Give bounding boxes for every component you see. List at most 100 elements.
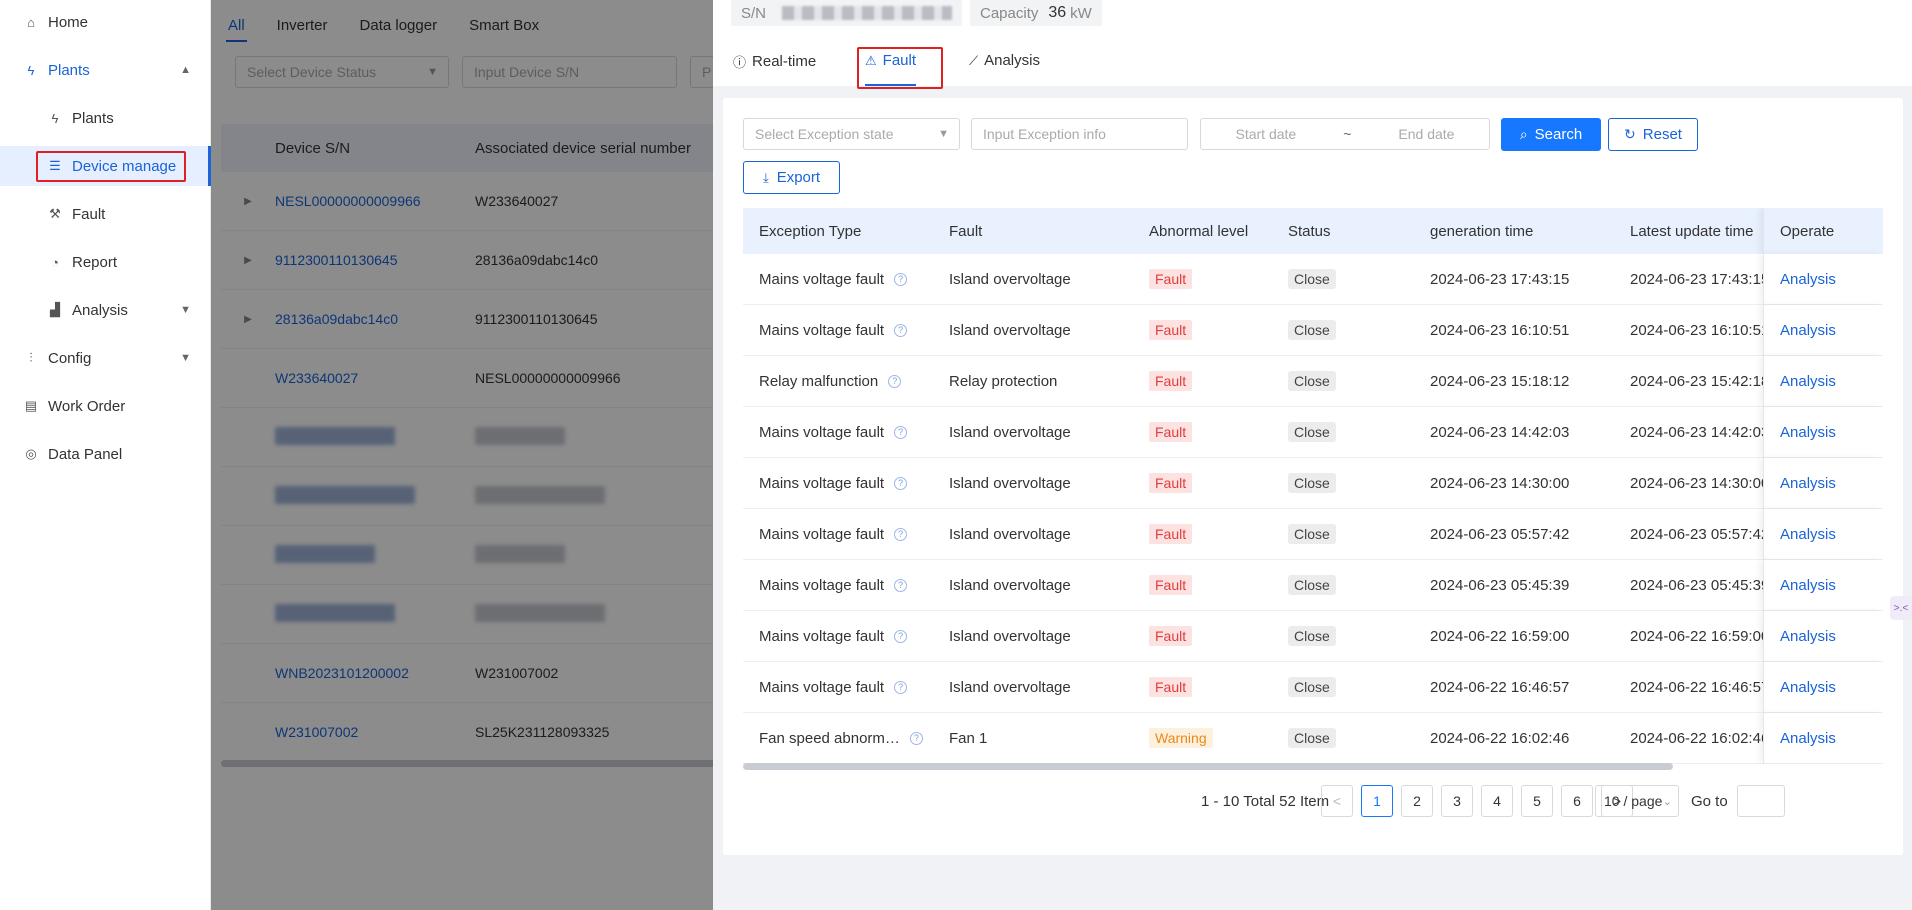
help-icon[interactable]: ? xyxy=(894,425,908,439)
sidebar-item-report[interactable]: ◔ Report xyxy=(0,242,211,282)
reset-button-label: Reset xyxy=(1642,126,1682,143)
status-badge: Close xyxy=(1288,677,1336,697)
exception-type: Fan speed abnorm… xyxy=(759,729,900,747)
analysis-link[interactable]: Analysis xyxy=(1780,526,1836,543)
page-button[interactable]: 3 xyxy=(1441,785,1473,817)
refresh-icon: ↻ xyxy=(1624,126,1636,142)
exception-info-placeholder: Input Exception info xyxy=(983,126,1106,142)
page-button[interactable]: 5 xyxy=(1521,785,1553,817)
capacity-label: Capacity xyxy=(980,4,1039,22)
date-range-picker[interactable]: Start date ~ End date xyxy=(1200,118,1490,150)
analysis-link[interactable]: Analysis xyxy=(1780,475,1836,492)
exception-type: Mains voltage fault xyxy=(759,678,885,696)
level-badge: Fault xyxy=(1149,371,1193,391)
status-badge: Close xyxy=(1288,269,1336,289)
tab-analysis[interactable]: ⟋ Analysis xyxy=(969,52,1040,69)
exception-info-input[interactable]: Input Exception info xyxy=(971,118,1188,150)
analysis-link[interactable]: Analysis xyxy=(1780,628,1836,645)
help-icon[interactable]: ? xyxy=(909,731,923,745)
analysis-link[interactable]: Analysis xyxy=(1780,271,1836,288)
analysis-link[interactable]: Analysis xyxy=(1780,322,1836,339)
page-size-select[interactable]: 10 / page ⌄ xyxy=(1595,785,1679,817)
analysis-link[interactable]: Analysis xyxy=(1780,424,1836,441)
lightning-icon: ϟ xyxy=(27,62,35,78)
status-cell: Close xyxy=(1284,371,1424,391)
latest-update-time-cell: 2024-06-23 05:45:39 xyxy=(1630,576,1764,594)
goto-page-input[interactable] xyxy=(1737,785,1785,817)
chevron-up-icon: ▲ xyxy=(180,64,191,76)
exception-type-cell: Mains voltage fault? xyxy=(743,271,943,288)
abnormal-level-cell: Fault xyxy=(1143,677,1284,697)
sidebar-item-fault[interactable]: ⚒ Fault xyxy=(0,194,211,234)
fault-table-scrollbar[interactable] xyxy=(743,763,1673,770)
help-icon[interactable]: ? xyxy=(894,476,908,490)
pagination-summary: 1 - 10 Total 52 Item xyxy=(1201,792,1330,810)
chart-icon: ▟ xyxy=(50,302,60,317)
sidebar-item-config[interactable]: ⫶ Config ▼ xyxy=(0,338,211,378)
sidebar-item-label: Data Panel xyxy=(48,445,123,463)
export-button[interactable]: ⤓ Export xyxy=(743,161,840,194)
exception-type: Relay malfunction xyxy=(759,372,879,390)
generation-time-cell: 2024-06-23 05:57:42 xyxy=(1430,525,1570,543)
sliders-icon: ⫶ xyxy=(29,350,33,365)
search-icon: ⌕ xyxy=(1519,126,1528,142)
level-badge: Fault xyxy=(1149,269,1193,289)
sidebar-item-home[interactable]: ⌂ Home xyxy=(0,2,211,42)
sidebar-item-analysis[interactable]: ▟ Analysis ▼ xyxy=(0,290,211,330)
sidebar-item-data-panel[interactable]: ◎ Data Panel xyxy=(0,434,211,474)
exception-type: Mains voltage fault xyxy=(759,270,885,288)
status-cell: Close xyxy=(1284,677,1424,697)
exception-state-select[interactable]: Select Exception state ▼ xyxy=(743,118,960,150)
help-icon[interactable]: ? xyxy=(894,323,908,337)
generation-time-cell: 2024-06-22 16:02:46 xyxy=(1430,729,1570,747)
page-button[interactable]: 4 xyxy=(1481,785,1513,817)
help-icon[interactable]: ? xyxy=(888,374,902,388)
generation-time-cell: 2024-06-23 16:10:51 xyxy=(1430,321,1570,339)
level-badge: Fault xyxy=(1149,524,1193,544)
reset-button[interactable]: ↻ Reset xyxy=(1608,118,1698,151)
sn-value-blurred xyxy=(782,6,953,20)
level-badge: Fault xyxy=(1149,626,1193,646)
sidebar-item-plants[interactable]: ϟ Plants xyxy=(0,98,211,138)
help-icon[interactable]: ? xyxy=(894,629,908,643)
operate-cell: Analysis xyxy=(1763,356,1883,406)
column-abnormal-level: Abnormal level xyxy=(1149,222,1249,240)
export-button-label: Export xyxy=(776,169,821,186)
page-size-value: 10 / page xyxy=(1604,793,1663,809)
help-icon[interactable]: ? xyxy=(894,578,908,592)
prev-page-button[interactable]: < xyxy=(1321,785,1353,817)
end-date-placeholder: End date xyxy=(1398,126,1455,142)
analysis-link[interactable]: Analysis xyxy=(1780,730,1836,747)
help-icon[interactable]: ? xyxy=(894,272,908,286)
help-icon[interactable]: ? xyxy=(894,680,908,694)
status-badge: Close xyxy=(1288,320,1336,340)
status-cell: Close xyxy=(1284,524,1424,544)
search-button[interactable]: ⌕ Search xyxy=(1501,118,1601,151)
fault-cell: Island overvoltage xyxy=(949,678,1071,696)
fault-cell: Island overvoltage xyxy=(949,576,1071,594)
side-collapse-tab[interactable]: >.< xyxy=(1890,596,1912,620)
tab-real-time[interactable]: ⓘ Real-time xyxy=(733,52,816,71)
clipboard-icon: ▤ xyxy=(24,398,38,413)
page-button[interactable]: 1 xyxy=(1361,785,1393,817)
column-exception-type: Exception Type xyxy=(759,222,862,240)
fault-table-header: Exception Type Fault Abnormal level Stat… xyxy=(743,208,1883,254)
exception-type-cell: Relay malfunction? xyxy=(743,373,943,390)
exception-type-cell: Mains voltage fault? xyxy=(743,628,943,645)
chevron-down-icon: ▼ xyxy=(938,128,949,140)
fault-table-row: Mains voltage fault? Island overvoltage Fa… xyxy=(743,509,1883,560)
help-icon[interactable]: ? xyxy=(894,527,908,541)
sidebar-item-plants-group[interactable]: ϟ Plants ▲ xyxy=(0,50,211,90)
latest-update-time-cell: 2024-06-23 14:42:03 xyxy=(1630,423,1764,441)
analysis-link[interactable]: Analysis xyxy=(1780,373,1836,390)
analysis-link[interactable]: Analysis xyxy=(1780,679,1836,696)
tab-label: Real-time xyxy=(752,53,817,70)
level-badge: Fault xyxy=(1149,575,1193,595)
page-button[interactable]: 2 xyxy=(1401,785,1433,817)
chevron-down-icon: ⌄ xyxy=(1662,795,1672,808)
sidebar-item-work-order[interactable]: ▤ Work Order xyxy=(0,386,211,426)
analysis-link[interactable]: Analysis xyxy=(1780,577,1836,594)
page-button[interactable]: 6 xyxy=(1561,785,1593,817)
status-cell: Close xyxy=(1284,728,1424,748)
exception-type-cell: Mains voltage fault? xyxy=(743,475,943,492)
